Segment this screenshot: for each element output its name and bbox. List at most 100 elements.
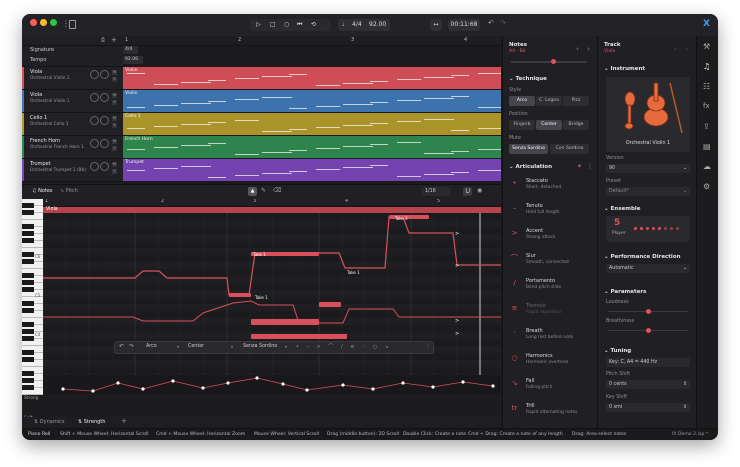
ensemble-card[interactable]: 5 Player	[606, 216, 690, 242]
note-label[interactable]: Take 1	[254, 295, 268, 300]
preset-select[interactable]: Default* ⌄	[606, 187, 690, 196]
style-arco-button[interactable]: Arco	[509, 96, 535, 106]
key-shift-field[interactable]: 0 smi ⇕	[606, 403, 690, 412]
tuning-key-field[interactable]: Key: C, A4 = 440 Hz	[606, 358, 690, 367]
drag-handle-icon[interactable]: ⋮	[425, 343, 431, 350]
stepper-icon[interactable]: ⇕	[683, 380, 687, 389]
white-key[interactable]	[22, 311, 43, 318]
position-fingerboard-button[interactable]: Fingerb	[509, 120, 535, 130]
add-lane-icon[interactable]: +	[121, 417, 127, 425]
more-icon[interactable]: ⋮	[587, 163, 593, 170]
chevron-down-icon[interactable]: ▾	[177, 344, 179, 349]
white-key[interactable]	[22, 360, 43, 367]
mute-button[interactable]: M	[112, 162, 117, 167]
redo-icon[interactable]: ↷	[500, 19, 506, 27]
effects-icon[interactable]: fx	[703, 102, 710, 110]
time-signature[interactable]: 4/4	[352, 19, 362, 31]
cloud-icon[interactable]: ☁	[703, 162, 711, 171]
player-dot[interactable]	[640, 227, 643, 230]
tempo-marker[interactable]: 92.00	[123, 56, 143, 64]
articulation-item[interactable]: tr Trill Rapid alternating notes	[503, 399, 589, 423]
return-icon[interactable]: ⏮	[297, 19, 302, 31]
tempo-value[interactable]: 92.00	[369, 19, 386, 31]
position-bridge-button[interactable]: Bridge	[563, 120, 589, 130]
articulation-item[interactable]: ○ Harmonics Harmonic overtone	[503, 349, 589, 373]
loop-icon[interactable]: ⟲	[311, 19, 316, 31]
player-dot[interactable]	[634, 227, 637, 230]
tab-pitch[interactable]: ∿ Pitch	[60, 188, 78, 194]
track-row[interactable]: Viola Orchestral Violin 1 MS	[22, 90, 123, 113]
mute-button[interactable]: M	[112, 116, 117, 121]
note-block[interactable]	[319, 302, 341, 307]
next-icon[interactable]: ›	[587, 45, 590, 53]
track-clip[interactable]: Violin	[123, 90, 501, 112]
direction-select[interactable]: Automatic ⌄	[606, 264, 690, 273]
style-pizz-button[interactable]: Pizz	[563, 96, 589, 106]
style-col-legno-button[interactable]: C. Legno	[536, 96, 562, 106]
dynamics-point[interactable]	[431, 385, 435, 389]
undo-icon[interactable]: ↶	[488, 19, 494, 27]
track-clip[interactable]: Cello 1	[123, 113, 501, 135]
tab-dynamics[interactable]: ⇅ Dynamics	[34, 419, 64, 425]
note-label[interactable]: Take 1	[346, 270, 360, 275]
track-row[interactable]: Cello 1 Orchestral Cello 1 MS	[22, 113, 123, 136]
track-name[interactable]: Viola	[30, 92, 42, 98]
dynamics-point[interactable]	[401, 381, 405, 385]
mute-con-button[interactable]: Con Sordino	[550, 144, 589, 154]
solo-button[interactable]: S	[112, 169, 117, 174]
note-slider-track[interactable]	[511, 61, 587, 63]
articulation-select[interactable]: Arco	[146, 344, 157, 349]
player-dot[interactable]	[652, 227, 655, 230]
record-icon[interactable]: ○	[284, 19, 289, 31]
player-dot[interactable]	[676, 227, 679, 230]
volume-knob[interactable]	[90, 93, 99, 102]
save-icon[interactable]: ▤	[703, 142, 711, 151]
note-block[interactable]	[229, 293, 251, 297]
articulation-item[interactable]: / Portamento Bend pitch slide	[503, 274, 589, 298]
dynamics-point[interactable]	[491, 384, 495, 388]
volume-knob[interactable]	[90, 116, 99, 125]
track-clip[interactable]: Trumpet	[123, 159, 501, 181]
solo-button[interactable]: S	[112, 123, 117, 128]
pan-knob[interactable]	[100, 93, 109, 102]
track-row[interactable]: French Horn Orchestral French Horn 1 MS	[22, 136, 123, 159]
track-name[interactable]: Cello 1	[30, 115, 47, 121]
pan-knob[interactable]	[100, 162, 109, 171]
track-name[interactable]: Trumpet	[30, 161, 51, 167]
articulation-item[interactable]: > Accent Strong attack	[503, 224, 589, 248]
wand-icon[interactable]: ⚒	[703, 42, 710, 51]
track-name[interactable]: Viola	[30, 69, 42, 75]
dynamics-point[interactable]	[201, 386, 205, 390]
grid-select[interactable]: 1/16	[422, 187, 450, 196]
articulation-item[interactable]: • Staccato Short, detached	[503, 174, 589, 198]
note-slider-handle[interactable]	[551, 59, 556, 64]
note-label[interactable]: Take 1	[252, 252, 266, 257]
track-row[interactable]: Trumpet Orchestral Trumpet 1 (Bb) M S	[22, 159, 123, 182]
music-note-icon[interactable]: ♫	[703, 62, 710, 71]
rewind-button[interactable]: ↤	[430, 19, 442, 31]
player-dot[interactable]	[658, 227, 661, 230]
print-icon[interactable]: ⎙	[101, 37, 105, 43]
chevron-down-icon[interactable]: ▾	[285, 344, 287, 349]
dynamics-point[interactable]	[281, 382, 285, 386]
document-icon[interactable]	[69, 20, 76, 29]
redo-icon[interactable]: ↷	[129, 343, 134, 350]
articulation-item[interactable]: ◦ Breath Long rest before note	[503, 324, 589, 348]
settings-icon[interactable]: ⚙	[703, 182, 710, 191]
magic-wand-icon[interactable]: ✦	[577, 163, 582, 170]
breathiness-slider-handle[interactable]	[646, 328, 651, 333]
loudness-slider-handle[interactable]	[646, 309, 651, 314]
white-key[interactable]	[22, 388, 43, 395]
mute-button[interactable]: M	[112, 70, 117, 75]
select-tool-icon[interactable]: ▲	[248, 187, 257, 196]
position-display[interactable]: 00:11:68	[448, 19, 480, 31]
track-name[interactable]: French Horn	[30, 138, 60, 144]
pan-knob[interactable]	[100, 116, 109, 125]
mixer-icon[interactable]: ☷	[703, 82, 710, 91]
volume-knob[interactable]	[90, 70, 99, 79]
eraser-tool-icon[interactable]: ⌫	[273, 187, 281, 194]
snap-toggle-icon[interactable]: ⋃	[463, 187, 472, 196]
note-canvas[interactable]: Take 1 Take 2 Take 1 Take 1 > > > >	[43, 213, 501, 394]
player-dot[interactable]	[670, 227, 673, 230]
tempo-display[interactable]: ♩ 4/4 92.00	[338, 19, 390, 31]
